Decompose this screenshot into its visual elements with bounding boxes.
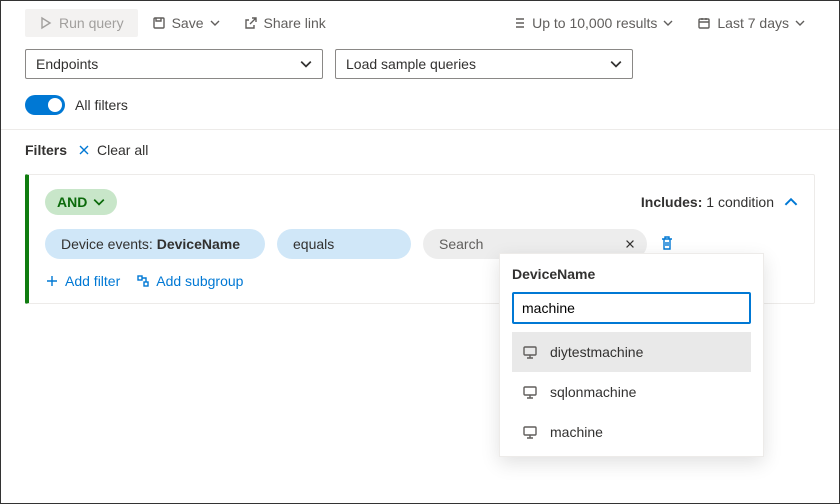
all-filters-toggle[interactable] xyxy=(25,95,65,115)
delete-condition-button[interactable] xyxy=(659,235,675,254)
device-icon xyxy=(522,384,538,400)
chevron-down-icon xyxy=(210,18,220,28)
endpoints-value: Endpoints xyxy=(36,56,98,72)
filters-header: Filters Clear all xyxy=(1,130,839,170)
add-subgroup-button[interactable]: Add subgroup xyxy=(136,273,243,289)
dropdown-item[interactable]: sqlonmachine xyxy=(512,372,751,412)
logic-operator-label: AND xyxy=(57,194,87,210)
play-icon xyxy=(39,16,53,30)
results-limit-button[interactable]: Up to 10,000 results xyxy=(502,9,683,37)
list-icon xyxy=(512,16,526,30)
dropdown-item-label: machine xyxy=(550,424,603,440)
chevron-down-icon xyxy=(610,58,622,70)
subgroup-icon xyxy=(136,274,150,288)
toolbar: Run query Save Share link Up to 10,000 r… xyxy=(1,1,839,45)
toolbar-right: Up to 10,000 results Last 7 days xyxy=(502,9,815,37)
chevron-down-icon xyxy=(663,18,673,28)
all-filters-label: All filters xyxy=(75,97,128,113)
dropdown-item-label: sqlonmachine xyxy=(550,384,636,400)
chevron-down-icon xyxy=(795,18,805,28)
chevron-up-icon[interactable] xyxy=(784,195,798,209)
calendar-icon xyxy=(697,16,711,30)
save-button[interactable]: Save xyxy=(142,9,230,37)
chevron-down-icon xyxy=(300,58,312,70)
dropdown-item[interactable]: machine xyxy=(512,412,751,452)
operator-label: equals xyxy=(293,236,334,252)
dropdown-item-label: diytestmachine xyxy=(550,344,643,360)
field-chip[interactable]: Device events: DeviceName xyxy=(45,229,265,259)
operator-chip[interactable]: equals xyxy=(277,229,411,259)
includes-label: Includes: xyxy=(641,194,702,210)
plus-icon xyxy=(45,274,59,288)
add-filter-button[interactable]: Add filter xyxy=(45,273,120,289)
close-icon xyxy=(624,238,636,250)
clear-value-button[interactable] xyxy=(619,233,641,255)
clear-all-label: Clear all xyxy=(97,142,148,158)
search-placeholder: Search xyxy=(439,236,483,252)
trash-icon xyxy=(659,235,675,251)
save-label: Save xyxy=(172,15,204,31)
value-dropdown: DeviceName diytestmachine sqlonmachine m… xyxy=(499,253,764,457)
add-filter-label: Add filter xyxy=(65,273,120,289)
time-range-button[interactable]: Last 7 days xyxy=(687,9,815,37)
chevron-down-icon xyxy=(93,196,105,208)
field-name: DeviceName xyxy=(157,236,240,252)
card-header: AND Includes: 1 condition xyxy=(45,189,798,215)
results-label: Up to 10,000 results xyxy=(532,15,657,31)
field-group: Device events: xyxy=(61,236,153,252)
dropdown-search-input[interactable] xyxy=(512,292,751,324)
share-icon xyxy=(244,16,258,30)
run-query-button[interactable]: Run query xyxy=(25,9,138,37)
includes-summary: Includes: 1 condition xyxy=(641,194,798,210)
logic-operator-select[interactable]: AND xyxy=(45,189,117,215)
save-icon xyxy=(152,16,166,30)
dropdown-item[interactable]: diytestmachine xyxy=(512,332,751,372)
close-icon xyxy=(77,143,91,157)
filters-label: Filters xyxy=(25,142,67,158)
time-range-label: Last 7 days xyxy=(717,15,789,31)
device-icon xyxy=(522,344,538,360)
all-filters-row: All filters xyxy=(1,91,839,129)
device-icon xyxy=(522,424,538,440)
controls-row: Endpoints Load sample queries xyxy=(1,45,839,91)
share-label: Share link xyxy=(264,15,326,31)
share-link-button[interactable]: Share link xyxy=(234,9,336,37)
includes-count: 1 condition xyxy=(706,194,774,210)
filter-group-card: AND Includes: 1 condition Device events:… xyxy=(25,174,815,304)
dropdown-title: DeviceName xyxy=(512,266,751,282)
run-query-label: Run query xyxy=(59,15,124,31)
sample-queries-select[interactable]: Load sample queries xyxy=(335,49,633,79)
add-subgroup-label: Add subgroup xyxy=(156,273,243,289)
clear-all-button[interactable]: Clear all xyxy=(77,142,148,158)
sample-queries-value: Load sample queries xyxy=(346,56,476,72)
endpoints-select[interactable]: Endpoints xyxy=(25,49,323,79)
